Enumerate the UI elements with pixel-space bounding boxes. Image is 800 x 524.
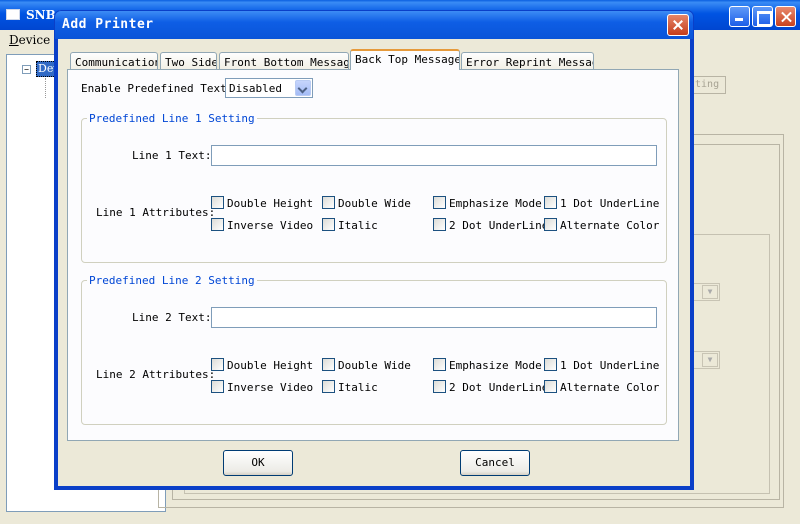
line1-1dot-underline-checkbox[interactable] <box>544 196 557 209</box>
tab-two-side[interactable]: Two Side <box>160 52 217 70</box>
dialog-title: Add Printer <box>62 17 154 32</box>
line2-inverse-video-label: Inverse Video <box>227 381 314 394</box>
line1-italic-label: Italic <box>338 219 378 232</box>
tree-collapse-icon[interactable]: − <box>22 65 31 74</box>
line2-group-title: Predefined Line 2 Setting <box>87 274 257 287</box>
tab-communication[interactable]: Communication <box>70 52 158 70</box>
maximize-button[interactable] <box>752 6 773 27</box>
chevron-down-icon: ▼ <box>702 353 718 367</box>
line1-emphasize-mode-checkbox[interactable] <box>433 196 446 209</box>
line1-alternate-color-checkbox[interactable] <box>544 218 557 231</box>
line1-attributes-label: Line 1 Attributes: <box>96 206 216 219</box>
tree-connector <box>45 78 46 98</box>
line1-double-wide-checkbox[interactable] <box>322 196 335 209</box>
line1-inverse-video-label: Inverse Video <box>227 219 314 232</box>
line1-inverse-video-checkbox[interactable] <box>211 218 224 231</box>
enable-predefined-text-select[interactable]: Disabled <box>225 78 313 98</box>
ok-button[interactable]: OK <box>223 450 293 476</box>
line1-double-wide-label: Double Wide <box>338 197 411 210</box>
line2-double-height-label: Double Height <box>227 359 314 372</box>
line2-1dot-underline-checkbox[interactable] <box>544 358 557 371</box>
line2-alternate-color-label: Alternate Color <box>560 381 660 394</box>
line1-text-input[interactable] <box>211 145 657 166</box>
dialog-close-button[interactable] <box>667 14 689 36</box>
chevron-down-icon: ▼ <box>702 285 718 299</box>
line2-italic-checkbox[interactable] <box>322 380 335 393</box>
line2-emphasize-mode-checkbox[interactable] <box>433 358 446 371</box>
line2-2dot-underline-checkbox[interactable] <box>433 380 446 393</box>
line1-groupbox <box>81 118 667 263</box>
tab-error-reprint-message[interactable]: Error Reprint Message <box>461 52 594 70</box>
line1-alternate-color-label: Alternate Color <box>560 219 660 232</box>
menu-device[interactable]: Device <box>9 33 50 47</box>
line1-text-label: Line 1 Text: <box>132 149 212 162</box>
line2-double-wide-checkbox[interactable] <box>322 358 335 371</box>
line1-2dot-underline-label: 2 Dot UnderLine <box>449 219 549 232</box>
line2-text-label: Line 2 Text: <box>132 311 212 324</box>
main-close-button[interactable] <box>775 6 796 27</box>
line1-double-height-checkbox[interactable] <box>211 196 224 209</box>
line1-group-title: Predefined Line 1 Setting <box>87 112 257 125</box>
minimize-button[interactable] <box>729 6 750 27</box>
line2-groupbox <box>81 280 667 425</box>
line2-double-height-checkbox[interactable] <box>211 358 224 371</box>
cancel-button[interactable]: Cancel <box>460 450 530 476</box>
selected-value: Disabled <box>229 82 282 95</box>
line1-2dot-underline-checkbox[interactable] <box>433 218 446 231</box>
tab-back-top-message[interactable]: Back Top Message <box>350 49 460 70</box>
line2-emphasize-mode-label: Emphasize Mode <box>449 359 542 372</box>
line1-italic-checkbox[interactable] <box>322 218 335 231</box>
line2-inverse-video-checkbox[interactable] <box>211 380 224 393</box>
line1-double-height-label: Double Height <box>227 197 314 210</box>
tab-front-bottom-message[interactable]: Front Bottom Message <box>219 52 349 70</box>
line2-2dot-underline-label: 2 Dot UnderLine <box>449 381 549 394</box>
line2-text-input[interactable] <box>211 307 657 328</box>
enable-predefined-text-label: Enable Predefined Text: <box>81 82 234 95</box>
line2-alternate-color-checkbox[interactable] <box>544 380 557 393</box>
line1-emphasize-mode-label: Emphasize Mode <box>449 197 542 210</box>
line2-double-wide-label: Double Wide <box>338 359 411 372</box>
app-icon <box>6 9 20 20</box>
line2-italic-label: Italic <box>338 381 378 394</box>
line1-1dot-underline-label: 1 Dot UnderLine <box>560 197 660 210</box>
line2-attributes-label: Line 2 Attributes: <box>96 368 216 381</box>
chevron-down-icon[interactable] <box>295 80 311 96</box>
line2-1dot-underline-label: 1 Dot UnderLine <box>560 359 660 372</box>
